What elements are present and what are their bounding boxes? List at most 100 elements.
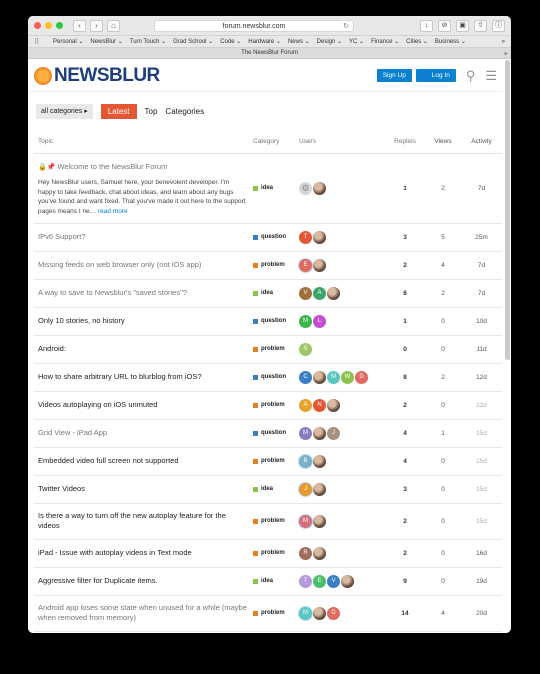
topic-row[interactable]: Android: problem S 0 0 11d: [34, 335, 502, 364]
download-icon[interactable]: ↓: [420, 19, 433, 32]
category-badge[interactable]: problem: [253, 262, 299, 268]
avatar[interactable]: C: [299, 370, 312, 384]
tab-top[interactable]: Top: [145, 107, 158, 116]
bookmark-folder[interactable]: Code ⌄: [220, 38, 241, 45]
topic-row[interactable]: Grid View - iPad App question M J 4 1 15d: [34, 419, 502, 448]
avatar[interactable]: T: [299, 574, 312, 588]
bookmark-folder[interactable]: YC ⌄: [349, 38, 364, 45]
newsblur-logo[interactable]: NEWSBLUR: [34, 65, 160, 87]
activity-count[interactable]: 7d: [461, 153, 502, 224]
bookmark-folder[interactable]: Design ⌄: [317, 38, 342, 45]
topic-row[interactable]: Aggressive filter for Duplicate items. id…: [34, 567, 502, 596]
bookmark-folder[interactable]: Business ⌄: [435, 38, 466, 45]
extension-icon[interactable]: ▣: [456, 19, 469, 32]
avatar[interactable]: [313, 426, 326, 440]
activity-count[interactable]: 7d: [461, 251, 502, 280]
topic-title-link[interactable]: Only 10 stories, no history: [38, 316, 125, 325]
column-category[interactable]: Category: [253, 130, 299, 154]
page-scrollbar[interactable]: [505, 60, 510, 360]
activity-count[interactable]: 15d: [461, 447, 502, 476]
avatar[interactable]: [313, 606, 326, 620]
avatar[interactable]: [313, 546, 326, 560]
activity-count[interactable]: 7d: [461, 279, 502, 308]
bookmarks-grid-icon[interactable]: ⠿: [34, 38, 46, 46]
back-button[interactable]: ‹: [73, 19, 86, 32]
activity-count[interactable]: 10d: [461, 307, 502, 336]
category-badge[interactable]: idea: [253, 185, 299, 191]
topic-title-link[interactable]: Is there a way to turn off the new autop…: [38, 511, 226, 530]
column-views[interactable]: Views: [425, 130, 461, 154]
topic-row[interactable]: Is there a way to turn off the new autop…: [34, 503, 502, 540]
activity-count[interactable]: 19d: [461, 567, 502, 596]
bookmark-folder[interactable]: Personal ⌄: [53, 38, 83, 45]
avatar[interactable]: [313, 454, 326, 468]
bookmark-folder[interactable]: Finance ⌄: [371, 38, 399, 45]
avatar[interactable]: D: [355, 370, 368, 384]
tab-title[interactable]: The NewsBlur Forum: [241, 50, 298, 56]
topic-title-link[interactable]: Twitter Videos: [38, 484, 85, 493]
category-badge[interactable]: question: [253, 318, 299, 324]
column-topic[interactable]: Topic: [34, 130, 253, 154]
topic-title-link[interactable]: Android:: [38, 344, 66, 353]
forward-button[interactable]: ›: [90, 19, 103, 32]
category-badge[interactable]: idea: [253, 578, 299, 584]
category-badge[interactable]: problem: [253, 402, 299, 408]
category-badge[interactable]: problem: [253, 610, 299, 616]
topic-title-link[interactable]: Welcome to the NewsBlur Forum: [57, 162, 167, 171]
avatar[interactable]: [313, 370, 326, 384]
topic-row[interactable]: Missing feeds on web browser only (not i…: [34, 251, 502, 280]
activity-count[interactable]: 15d: [461, 475, 502, 504]
category-badge[interactable]: question: [253, 430, 299, 436]
avatar[interactable]: J: [299, 482, 312, 496]
zoom-window-button[interactable]: [56, 22, 63, 29]
new-tab-icon[interactable]: +: [503, 48, 508, 59]
topic-row[interactable]: Embedded video full screen not supported…: [34, 447, 502, 476]
hamburger-menu-icon[interactable]: ☰: [485, 68, 497, 84]
avatar[interactable]: [313, 181, 326, 195]
activity-count[interactable]: 16d: [461, 539, 502, 568]
avatar[interactable]: T: [299, 230, 312, 244]
avatar[interactable]: B: [299, 454, 312, 468]
topic-row[interactable]: How to share arbitrary URL to blurblog f…: [34, 363, 502, 392]
topic-title-link[interactable]: iPad - Issue with autoplay videos in Tex…: [38, 548, 192, 557]
avatar[interactable]: V: [299, 286, 312, 300]
avatar[interactable]: E: [299, 258, 312, 272]
tab-latest[interactable]: Latest: [100, 103, 137, 119]
topic-row[interactable]: iPad - Issue with autoplay videos in Tex…: [34, 539, 502, 568]
avatar[interactable]: D: [327, 606, 340, 620]
category-badge[interactable]: question: [253, 234, 299, 240]
bookmark-folder[interactable]: NewsBlur ⌄: [90, 38, 122, 45]
topic-row[interactable]: A way to save to Newsblur's "saved stori…: [34, 279, 502, 308]
activity-count[interactable]: 12d: [461, 391, 502, 420]
column-activity[interactable]: Activity: [461, 130, 502, 154]
info-icon[interactable]: ⓘ: [492, 19, 505, 32]
avatar[interactable]: M: [299, 606, 312, 620]
activity-count[interactable]: 25m: [461, 223, 502, 252]
topic-title-link[interactable]: Missing feeds on web browser only (not i…: [38, 260, 201, 269]
category-badge[interactable]: problem: [253, 346, 299, 352]
reload-icon[interactable]: ↻: [343, 21, 349, 32]
topic-title-link[interactable]: Videos autoplaying on iOS unmuted: [38, 400, 158, 409]
bookmark-folder[interactable]: Grad School ⌄: [173, 38, 213, 45]
topic-row[interactable]: 🔒📌 Welcome to the NewsBlur Forum Hey NewsB…: [34, 153, 502, 224]
home-icon[interactable]: ⌂: [107, 19, 120, 32]
share-icon[interactable]: ⇧: [474, 19, 487, 32]
column-replies[interactable]: Replies: [385, 130, 425, 154]
tab-categories[interactable]: Categories: [165, 107, 204, 116]
avatar[interactable]: N: [313, 398, 326, 412]
avatar[interactable]: M: [299, 314, 312, 328]
topic-title-link[interactable]: Embedded video full screen not supported: [38, 456, 179, 465]
activity-count[interactable]: 11d: [461, 335, 502, 364]
bookmark-folder[interactable]: Hardware ⌄: [248, 38, 281, 45]
topic-row[interactable]: IPv6 Support? question T 3 5 25m: [34, 223, 502, 252]
avatar[interactable]: L: [313, 314, 326, 328]
category-badge[interactable]: problem: [253, 458, 299, 464]
category-dropdown[interactable]: all categories ▸: [36, 103, 93, 119]
topic-title-link[interactable]: Grid View - iPad App: [38, 428, 107, 437]
topic-title-link[interactable]: Android app loses some state when unused…: [38, 603, 247, 622]
category-badge[interactable]: problem: [253, 518, 299, 524]
signup-button[interactable]: Sign Up: [376, 69, 412, 82]
topic-title-link[interactable]: IPv6 Support?: [38, 232, 86, 241]
topic-row[interactable]: Twitter Videos idea J 3 0 15d: [34, 475, 502, 504]
avatar[interactable]: R: [299, 546, 312, 560]
